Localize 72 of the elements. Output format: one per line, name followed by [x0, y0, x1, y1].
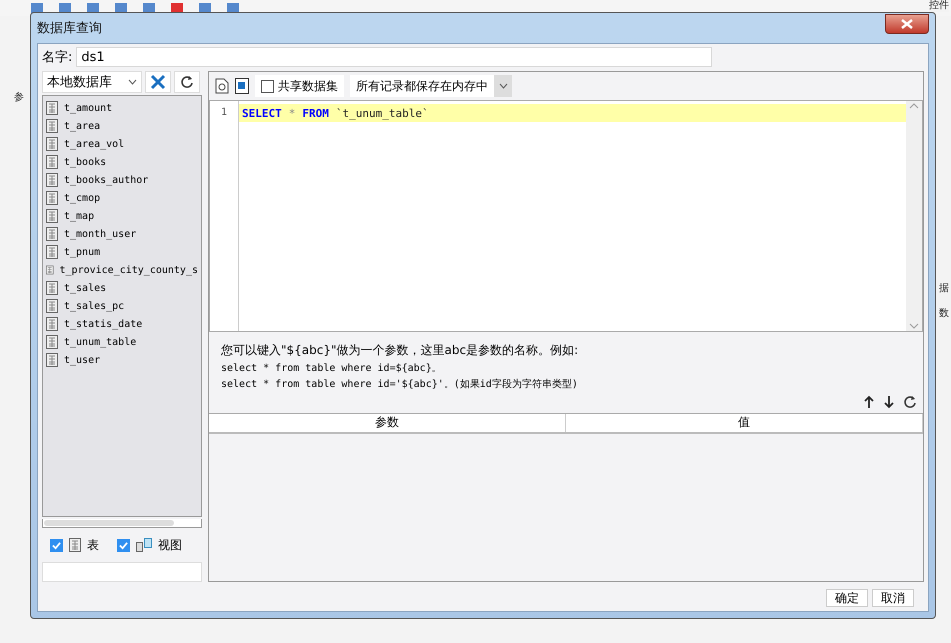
table-item[interactable]: t_provice_city_county_s: [60, 264, 198, 276]
close-button[interactable]: [885, 14, 929, 34]
table-item[interactable]: t_area: [64, 120, 100, 132]
table-icon: [46, 227, 58, 241]
share-checkbox[interactable]: [261, 80, 274, 92]
caret-icon: [498, 83, 508, 89]
filter-label: 视图: [158, 536, 182, 554]
table-icon: [46, 173, 58, 187]
table-icon: [46, 353, 58, 367]
table-item[interactable]: t_area_vol: [64, 138, 124, 150]
database-select[interactable]: 本地数据库: [42, 71, 142, 93]
share-label: 共享数据集: [278, 78, 338, 94]
table-icon: [46, 119, 58, 133]
table-icon: [46, 209, 58, 223]
refresh-icon: [180, 75, 194, 89]
line-number: 1: [220, 107, 228, 118]
hint-text: select * from table where id='${abc}'。(如果id字段为字符串类型): [221, 378, 579, 391]
ok-button[interactable]: 确定: [826, 589, 868, 607]
table-icon: [46, 299, 58, 313]
table-item[interactable]: t_pnum: [64, 246, 100, 258]
table-item[interactable]: t_sales_pc: [64, 300, 124, 312]
storage-select[interactable]: 所有记录都保存在内存中: [350, 75, 512, 97]
table-icon: [46, 137, 58, 151]
cancel-button[interactable]: 取消: [872, 589, 914, 607]
code-token: `t_unum_table`: [336, 106, 429, 120]
refresh-button[interactable]: [903, 395, 917, 409]
table-icon: [46, 155, 58, 169]
table-item[interactable]: t_books_author: [64, 174, 148, 186]
table-icon: [46, 101, 58, 115]
background-text: 据: [939, 283, 949, 295]
filter-label: 表: [87, 536, 99, 554]
sql-editor[interactable]: 1 SELECT * FROM `t_unum_table`: [209, 100, 923, 332]
table-item[interactable]: t_amount: [64, 102, 112, 114]
background-text: 参: [14, 92, 24, 104]
move-down-button[interactable]: [883, 395, 895, 409]
table-item[interactable]: t_statis_date: [64, 318, 142, 330]
table-item[interactable]: t_books: [64, 156, 106, 168]
table-item[interactable]: t_cmop: [64, 192, 100, 204]
table-item[interactable]: t_user: [64, 354, 100, 366]
hint-text: 您可以键入"${abc}"做为一个参数，这里abc是参数的名称。例如:: [221, 342, 580, 359]
table-icon: [46, 317, 58, 331]
table-icon: [46, 281, 58, 295]
checkbox[interactable]: [50, 538, 63, 552]
table-item[interactable]: t_sales: [64, 282, 106, 294]
column-header: 值: [566, 414, 923, 432]
close-icon: [900, 19, 914, 29]
table-icon: [69, 538, 81, 552]
checkbox[interactable]: [117, 538, 130, 552]
caret-icon: [128, 79, 137, 85]
background-text: 控件: [929, 0, 949, 12]
table-icon: [46, 263, 54, 277]
table-icon: [46, 245, 58, 259]
code-token: SELECT: [242, 106, 282, 120]
preview-button[interactable]: [215, 78, 229, 94]
hint-text: select * from table where id=${abc}。: [221, 362, 443, 375]
save-button[interactable]: [235, 78, 249, 94]
code-token: FROM: [302, 106, 329, 120]
column-header: 参数: [209, 414, 566, 432]
scrollbar[interactable]: [42, 519, 202, 528]
code-token: *: [288, 106, 296, 120]
table-item[interactable]: t_map: [64, 210, 94, 222]
window-title: 数据库查询: [37, 20, 102, 37]
name-field[interactable]: ds1: [76, 47, 712, 67]
background-text: 数: [939, 308, 949, 320]
move-up-button[interactable]: [863, 395, 875, 409]
table-item[interactable]: t_unum_table: [64, 336, 136, 348]
tools-button[interactable]: [145, 71, 171, 93]
view-icon: [136, 538, 152, 552]
table-icon: [46, 191, 58, 205]
table-icon: [46, 335, 58, 349]
table-item[interactable]: t_month_user: [64, 228, 136, 240]
name-label: 名字:: [42, 49, 72, 66]
